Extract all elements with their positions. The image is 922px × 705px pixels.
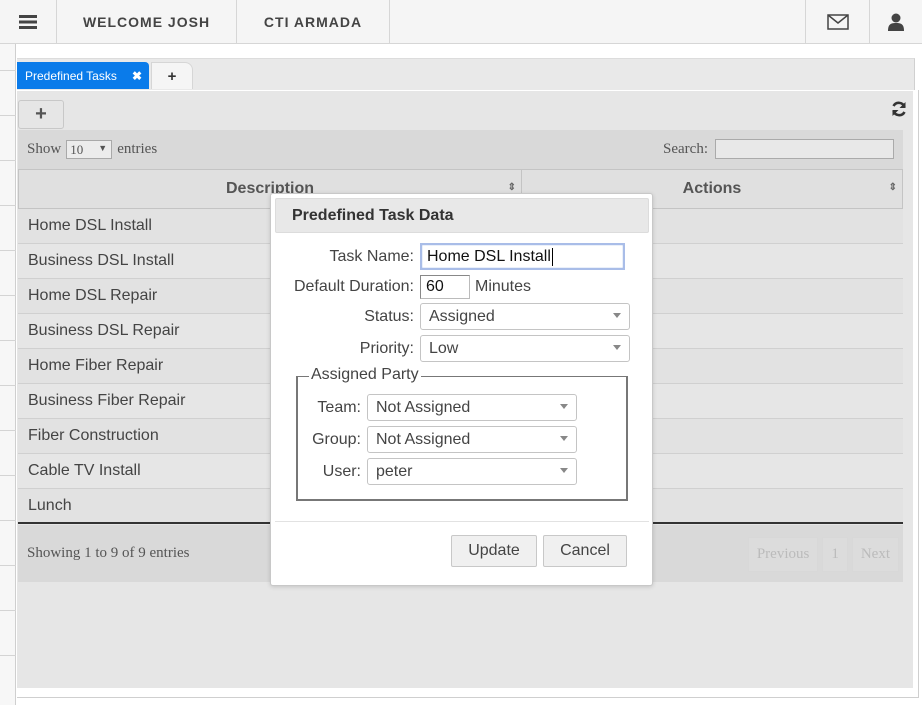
sidebar-divider <box>0 565 16 566</box>
sidebar-divider <box>0 160 16 161</box>
plus-icon: + <box>35 103 47 125</box>
task-name-value: Home DSL Install <box>427 247 551 265</box>
group-row: Group: Not Assigned <box>271 426 577 453</box>
welcome-label[interactable]: WELCOME JOSH <box>57 0 237 43</box>
hamburger-menu-icon <box>19 14 37 29</box>
task-name-label: Task Name: <box>329 247 414 265</box>
close-tab-icon[interactable]: ✖ <box>132 69 142 83</box>
pagination: Previous 1 Next <box>747 537 899 572</box>
sidebar-divider <box>0 655 16 656</box>
status-value: Assigned <box>429 307 495 325</box>
sidebar-divider <box>0 610 16 611</box>
dropdown-arrow-icon <box>613 345 621 350</box>
search-label: Search: <box>663 140 708 157</box>
sidebar-divider <box>0 520 16 521</box>
priority-value: Low <box>429 339 459 357</box>
dropdown-arrow-icon <box>560 404 568 409</box>
add-tab-button[interactable]: + <box>151 62 193 89</box>
status-row: Status: Assigned <box>271 303 630 330</box>
page-length-control: Show 10 ▼ entries <box>27 140 157 159</box>
dropdown-arrow-icon <box>560 436 568 441</box>
user-profile-button[interactable] <box>870 0 922 43</box>
group-label: Group: <box>312 430 361 448</box>
messages-button[interactable] <box>805 0 870 43</box>
assigned-party-legend: Assigned Party <box>309 366 421 384</box>
next-page-button[interactable]: Next <box>851 537 899 572</box>
add-task-button[interactable]: + <box>18 100 64 129</box>
page-length-value: 10 <box>70 141 84 157</box>
dropdown-arrow-icon <box>560 468 568 473</box>
envelope-icon <box>826 13 849 30</box>
update-button[interactable]: Update <box>451 535 537 567</box>
dropdown-arrow-icon: ▼ <box>98 143 108 153</box>
team-value: Not Assigned <box>376 398 471 416</box>
team-label: Team: <box>317 398 361 416</box>
sidebar-divider <box>0 340 16 341</box>
text-cursor <box>551 247 553 266</box>
user-value: peter <box>376 462 413 480</box>
left-sidebar <box>0 44 16 705</box>
search-input[interactable] <box>715 139 894 159</box>
duration-unit: Minutes <box>475 278 532 295</box>
refresh-button[interactable] <box>891 101 907 122</box>
previous-page-button[interactable]: Previous <box>747 537 819 572</box>
company-label[interactable]: CTI ARMADA <box>237 0 390 43</box>
group-select[interactable]: Not Assigned <box>367 426 577 453</box>
dialog-title: Predefined Task Data <box>275 198 649 233</box>
refresh-icon <box>892 101 906 117</box>
column-label: Actions <box>682 180 742 197</box>
group-value: Not Assigned <box>376 430 471 448</box>
priority-label: Priority: <box>359 339 414 357</box>
user-row: User: peter <box>271 458 577 485</box>
table-info: Showing 1 to 9 of 9 entries <box>27 545 190 561</box>
user-select[interactable]: peter <box>367 458 577 485</box>
sidebar-divider <box>0 205 16 206</box>
cancel-button[interactable]: Cancel <box>543 535 627 567</box>
entries-label: entries <box>117 141 158 157</box>
sidebar-divider <box>0 295 16 296</box>
user-label: User: <box>322 462 361 480</box>
status-label: Status: <box>364 307 414 325</box>
status-select[interactable]: Assigned <box>420 303 630 330</box>
sidebar-divider <box>0 475 16 476</box>
priority-row: Priority: Low <box>271 335 630 362</box>
duration-input[interactable]: 60 <box>420 275 470 299</box>
team-select[interactable]: Not Assigned <box>367 394 577 421</box>
search-control: Search: <box>663 139 894 159</box>
predefined-task-dialog: Predefined Task Data Task Name: Home DSL… <box>270 193 653 586</box>
menu-button[interactable] <box>0 0 57 43</box>
user-icon <box>888 13 904 31</box>
dropdown-arrow-icon <box>613 313 621 318</box>
team-row: Team: Not Assigned <box>271 394 577 421</box>
top-navbar: WELCOME JOSH CTI ARMADA <box>0 0 922 44</box>
tab-strip: Predefined Tasks ✖ + <box>17 58 915 90</box>
task-name-input[interactable]: Home DSL Install <box>420 243 625 270</box>
sidebar-divider <box>0 385 16 386</box>
tab-label: Predefined Tasks <box>25 68 117 83</box>
sidebar-divider <box>0 250 16 251</box>
sort-icon: ⇕ <box>507 182 516 193</box>
dialog-divider <box>275 521 649 522</box>
sidebar-divider <box>0 70 16 71</box>
sidebar-divider <box>0 115 16 116</box>
sidebar-divider <box>0 430 16 431</box>
tab-predefined-tasks[interactable]: Predefined Tasks ✖ <box>17 62 149 89</box>
task-name-row: Task Name: Home DSL Install <box>271 243 625 270</box>
duration-label: Default Duration: <box>293 278 414 295</box>
page-1-button[interactable]: 1 <box>822 537 848 572</box>
priority-select[interactable]: Low <box>420 335 630 362</box>
show-label: Show <box>27 141 62 157</box>
duration-row: Default Duration: 60 Minutes <box>271 275 531 299</box>
page-length-select[interactable]: 10 ▼ <box>66 140 113 159</box>
sort-icon: ⇕ <box>888 182 897 193</box>
table-controls: Show 10 ▼ entries Search: <box>18 130 903 169</box>
